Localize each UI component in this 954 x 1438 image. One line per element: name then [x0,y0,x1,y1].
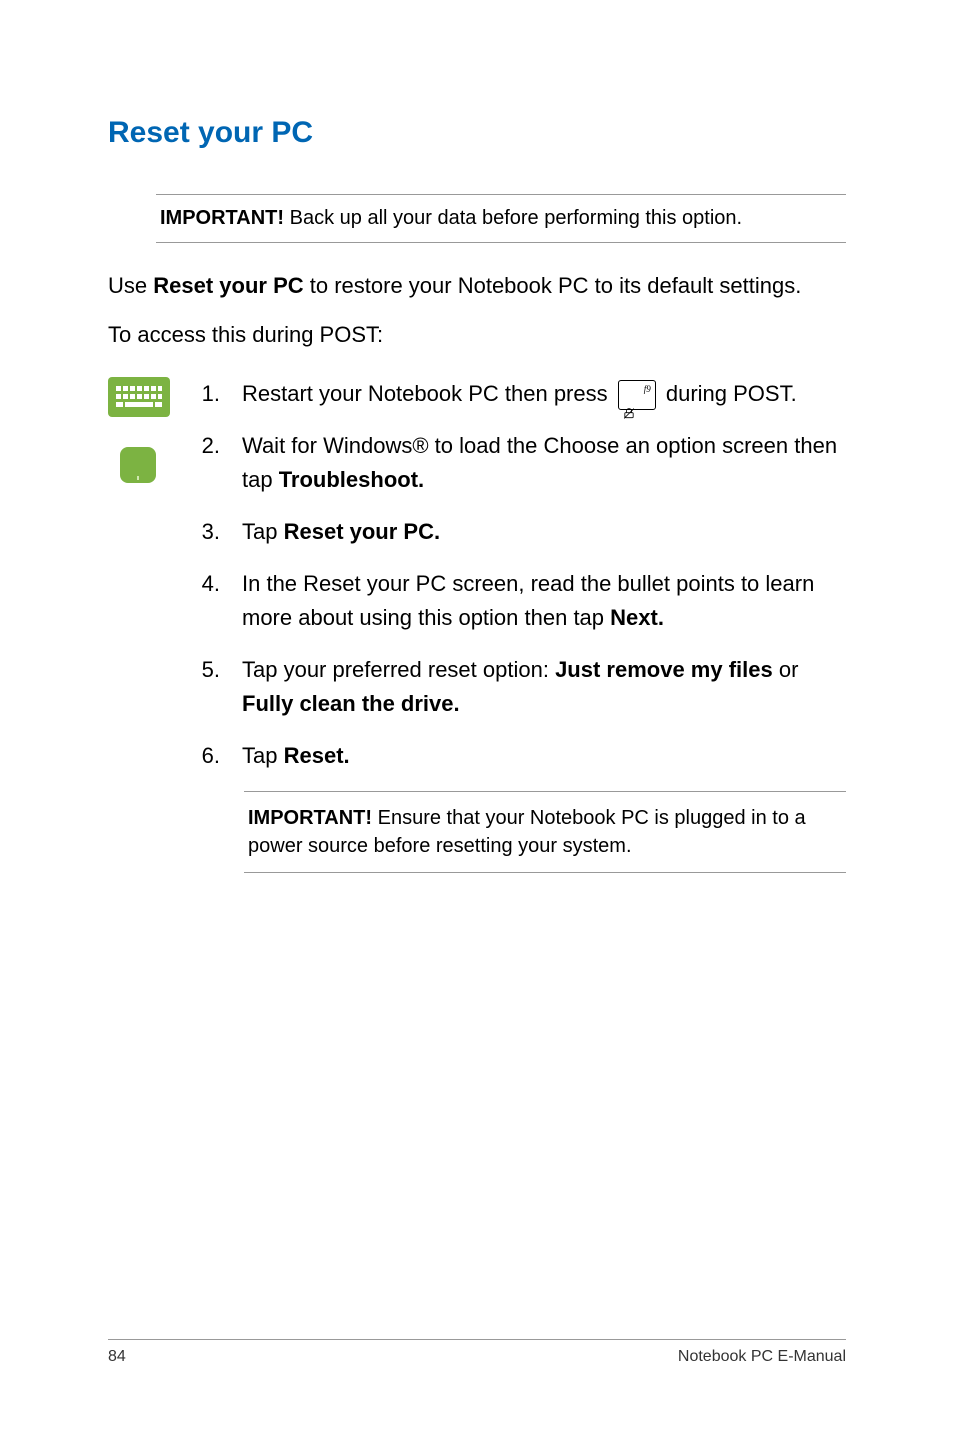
manual-title: Notebook PC E-Manual [678,1348,846,1366]
touchscreen-icon [120,447,156,483]
steps-area: Restart your Notebook PC then press f9 d… [108,377,846,874]
keyboard-icon [108,377,170,417]
steps-list: Restart your Notebook PC then press f9 d… [196,377,846,874]
step-3: Tap Reset your PC. [196,515,846,549]
callout-text: Back up all your data before performing … [284,207,742,229]
page-number: 84 [108,1348,126,1366]
step-6: Tap Reset. [196,739,846,773]
important-callout-bottom: IMPORTANT! Ensure that your Notebook PC … [244,791,846,873]
step-4: In the Reset your PC screen, read the bu… [196,567,846,635]
f9-key-icon: f9 [618,380,656,410]
step-1: Restart your Notebook PC then press f9 d… [196,377,846,411]
step-5: Tap your preferred reset option: Just re… [196,653,846,721]
lead-paragraph: To access this during POST: [108,320,846,351]
callout-label: IMPORTANT! [160,207,284,229]
section-heading: Reset your PC [108,116,846,150]
step-2: Wait for Windows® to load the Choose an … [196,429,846,497]
input-method-icons [108,377,170,874]
callout-label: IMPORTANT! [248,807,372,829]
intro-paragraph: Use Reset your PC to restore your Notebo… [108,271,846,302]
important-callout-top: IMPORTANT! Back up all your data before … [156,194,846,243]
page-footer: 84 Notebook PC E-Manual [108,1339,846,1366]
